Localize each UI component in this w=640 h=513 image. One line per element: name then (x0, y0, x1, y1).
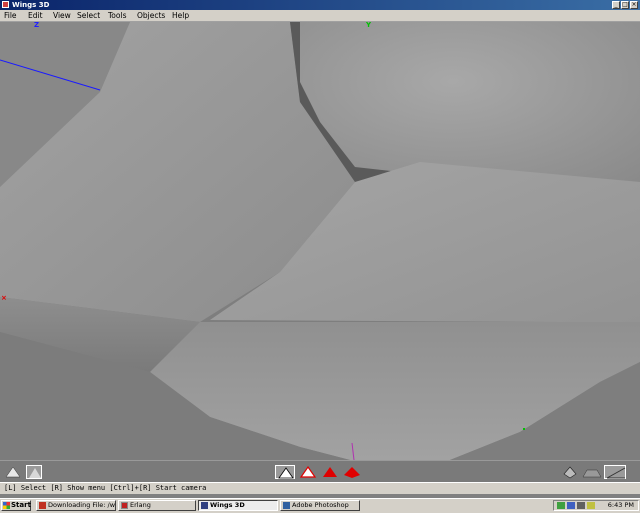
edge-select-icon[interactable] (298, 465, 318, 479)
menu-view[interactable]: View (53, 10, 71, 21)
menu-file[interactable]: File (4, 10, 17, 21)
tray-monitor-icon[interactable] (577, 502, 585, 509)
y-axis-label: Y (366, 22, 372, 29)
menu-edit[interactable]: Edit (28, 10, 43, 21)
3d-viewport[interactable]: Z Y × (0, 22, 640, 460)
tray-volume-icon[interactable] (587, 502, 595, 509)
wireframe-pyramid-icon[interactable] (562, 465, 578, 479)
windows-taskbar: Start Downloading File: /wings/... Erlan… (0, 498, 640, 513)
flat-shading-icon[interactable] (26, 465, 42, 479)
browser-icon (39, 502, 46, 509)
status-message: [L] Select [R] Show menu [Ctrl]+[R] Star… (4, 484, 207, 492)
smooth-preview-icon[interactable] (5, 465, 21, 479)
axes-icon[interactable] (604, 465, 626, 479)
start-button[interactable]: Start (1, 500, 31, 511)
x-axis-label: × (1, 294, 7, 302)
clock: 6:43 PM (607, 501, 634, 509)
tray-network-icon[interactable] (557, 502, 565, 509)
window-title: Wings 3D (12, 1, 50, 9)
menu-objects[interactable]: Objects (137, 10, 165, 21)
wings-icon (201, 502, 208, 509)
system-tray: 6:43 PM (553, 500, 639, 511)
title-bar: Wings 3D _ □ × (0, 0, 640, 10)
z-axis-label: Z (34, 22, 40, 29)
vertex-select-icon[interactable] (275, 465, 295, 479)
erlang-icon (121, 502, 128, 509)
status-bar: [L] Select [R] Show menu [Ctrl]+[R] Star… (0, 482, 640, 494)
taskbar-item-photoshop[interactable]: Adobe Photoshop (280, 500, 360, 511)
taskbar-item-wings3d[interactable]: Wings 3D (198, 500, 278, 511)
windows-logo-icon (3, 502, 10, 509)
menu-select[interactable]: Select (77, 10, 100, 21)
icon-shelf (0, 460, 640, 483)
taskbar-item-erlang[interactable]: Erlang (118, 500, 196, 511)
menu-help[interactable]: Help (172, 10, 189, 21)
wings-app-icon (2, 1, 9, 8)
body-select-icon[interactable] (342, 465, 362, 479)
ground-grid-icon[interactable] (582, 465, 602, 479)
minimize-icon[interactable]: _ (612, 1, 620, 9)
taskbar-item-download[interactable]: Downloading File: /wings/... (36, 500, 116, 511)
close-icon[interactable]: × (630, 1, 638, 9)
menu-bar: File Edit View Select Tools Objects Help (0, 10, 640, 22)
maximize-icon[interactable]: □ (621, 1, 629, 9)
axis-marker (523, 428, 525, 430)
face-select-icon[interactable] (320, 465, 340, 479)
photoshop-icon (283, 502, 290, 509)
tray-app-icon[interactable] (567, 502, 575, 509)
window-controls: _ □ × (612, 1, 638, 9)
menu-tools[interactable]: Tools (108, 10, 126, 21)
